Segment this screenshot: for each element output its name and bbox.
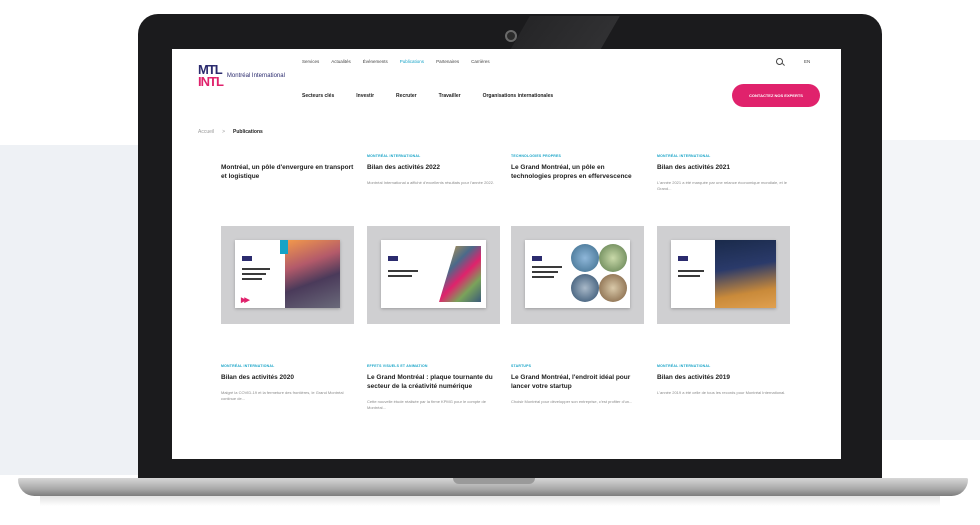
publication-card[interactable]: EFFETS VISUELS ET ANIMATION Le Grand Mon… <box>367 364 500 411</box>
cover-logo <box>388 256 398 261</box>
publication-thumbnail[interactable] <box>657 226 790 324</box>
cover-text-line <box>678 270 704 272</box>
publication-thumbnail[interactable]: ▶▶ <box>221 226 354 324</box>
breadcrumb-separator: > <box>222 129 226 135</box>
topnav-item-carrieres[interactable]: Carrières <box>471 59 490 64</box>
cover-text-line <box>388 275 412 277</box>
card-desc: Cette nouvelle étude réalisée par la fir… <box>367 399 486 410</box>
cover-photo <box>439 246 481 302</box>
mainnav-item-investir[interactable]: Investir <box>356 93 374 99</box>
cover-text-line <box>242 273 266 275</box>
breadcrumb: Accueil > Publications <box>198 129 263 135</box>
cover-accent <box>280 240 288 254</box>
card-tag: MONTRÉAL INTERNATIONAL <box>367 154 421 158</box>
card-title[interactable]: Bilan des activités 2021 <box>657 163 790 172</box>
card-tag: EFFETS VISUELS ET ANIMATION <box>367 364 428 368</box>
contact-experts-button[interactable]: CONTACTEZ NOS EXPERTS <box>732 84 820 107</box>
cover-logo <box>242 256 252 261</box>
card-title[interactable]: Bilan des activités 2020 <box>221 373 354 382</box>
cover-text-line <box>242 268 270 270</box>
laptop-base-notch <box>453 478 535 484</box>
topnav-item-evenements[interactable]: Événements <box>363 59 388 64</box>
mainnav-item-secteurs[interactable]: Secteurs clés <box>302 93 334 99</box>
cover-photo <box>715 240 776 308</box>
topnav-item-services[interactable]: Services <box>302 59 319 64</box>
search-icon[interactable] <box>776 58 783 65</box>
main-nav: Secteurs clés Investir Recruter Travaill… <box>302 93 553 99</box>
cover-text-line <box>388 270 418 272</box>
publication-card[interactable]: MONTRÉAL INTERNATIONAL Bilan des activit… <box>221 364 354 402</box>
report-cover <box>525 240 630 308</box>
cover-photo <box>285 240 340 308</box>
card-title[interactable]: Le Grand Montréal, l'endroit idéal pour … <box>511 373 644 391</box>
card-desc: L'année 2019 a été celle de tous les rec… <box>657 390 786 395</box>
breadcrumb-current: Publications <box>233 129 263 135</box>
report-cover <box>671 240 776 308</box>
cover-photo <box>599 274 627 302</box>
cover-text-line <box>242 278 262 280</box>
card-tag: MONTRÉAL INTERNATIONAL <box>657 154 711 158</box>
card-desc: Montréal International a affiché d'excel… <box>367 180 495 185</box>
laptop-screen: MTL INTL Montréal International Services… <box>172 49 841 459</box>
language-toggle[interactable]: EN <box>804 59 810 64</box>
card-title[interactable]: Montréal, un pôle d'envergure en transpo… <box>221 163 354 181</box>
topnav-item-actualites[interactable]: Actualités <box>331 59 351 64</box>
card-tag <box>221 154 354 160</box>
card-title[interactable]: Bilan des activités 2019 <box>657 373 790 382</box>
card-desc: Choisir Montréal pour développer son ent… <box>511 399 633 404</box>
card-title[interactable]: Bilan des activités 2022 <box>367 163 500 172</box>
card-desc: L'année 2021 a été marquée par une relan… <box>657 180 787 191</box>
publications-grid: Montréal, un pôle d'envergure en transpo… <box>221 154 821 459</box>
card-tag: STARTUPS <box>511 364 532 368</box>
report-cover: ▶▶ <box>235 240 340 308</box>
site-logo[interactable]: MTL INTL Montréal International <box>198 62 285 89</box>
logo-text: Montréal International <box>226 72 285 79</box>
mainnav-item-organisations[interactable]: Organisations internationales <box>483 93 554 99</box>
cover-logo <box>678 256 688 261</box>
camera-icon <box>505 30 517 42</box>
mainnav-item-recruter[interactable]: Recruter <box>396 93 417 99</box>
report-cover <box>381 240 486 308</box>
cover-text-line <box>532 276 554 278</box>
double-arrow-icon: ▶▶ <box>241 297 250 304</box>
cover-text-line <box>532 271 558 273</box>
publication-card[interactable]: MONTRÉAL INTERNATIONAL Bilan des activit… <box>657 364 790 396</box>
mainnav-item-travailler[interactable]: Travailler <box>439 93 461 99</box>
publication-thumbnail[interactable] <box>511 226 644 324</box>
publication-card[interactable]: STARTUPS Le Grand Montréal, l'endroit id… <box>511 364 644 405</box>
publication-card[interactable]: MONTRÉAL INTERNATIONAL Bilan des activit… <box>657 154 790 192</box>
top-nav: Services Actualités Événements Publicati… <box>302 59 490 64</box>
cover-photo <box>571 274 599 302</box>
background-panel <box>0 145 150 475</box>
topnav-item-publications[interactable]: Publications <box>400 59 424 64</box>
publication-thumbnail[interactable] <box>367 226 500 324</box>
card-tag: TECHNOLOGIES PROPRES <box>511 154 562 158</box>
cover-logo <box>532 256 542 261</box>
cover-text-line <box>678 275 700 277</box>
laptop-base-shadow <box>40 496 940 506</box>
card-tag: MONTRÉAL INTERNATIONAL <box>221 364 275 368</box>
breadcrumb-home[interactable]: Accueil <box>198 129 214 135</box>
card-tag: MONTRÉAL INTERNATIONAL <box>657 364 711 368</box>
publication-card[interactable]: Montréal, un pôle d'envergure en transpo… <box>221 154 354 189</box>
card-desc: Malgré la COVID-19 et la fermeture des f… <box>221 390 344 401</box>
cover-photo <box>599 244 627 272</box>
publication-card[interactable]: MONTRÉAL INTERNATIONAL Bilan des activit… <box>367 154 500 186</box>
topnav-item-partenaires[interactable]: Partenaires <box>436 59 459 64</box>
publication-card[interactable]: TECHNOLOGIES PROPRES Le Grand Montréal, … <box>511 154 644 189</box>
card-title[interactable]: Le Grand Montréal, un pôle en technologi… <box>511 163 644 181</box>
card-title[interactable]: Le Grand Montréal : plaque tournante du … <box>367 373 500 391</box>
cover-text-line <box>532 266 562 268</box>
cover-photo <box>571 244 599 272</box>
logo-mark: MTL INTL <box>198 62 224 89</box>
